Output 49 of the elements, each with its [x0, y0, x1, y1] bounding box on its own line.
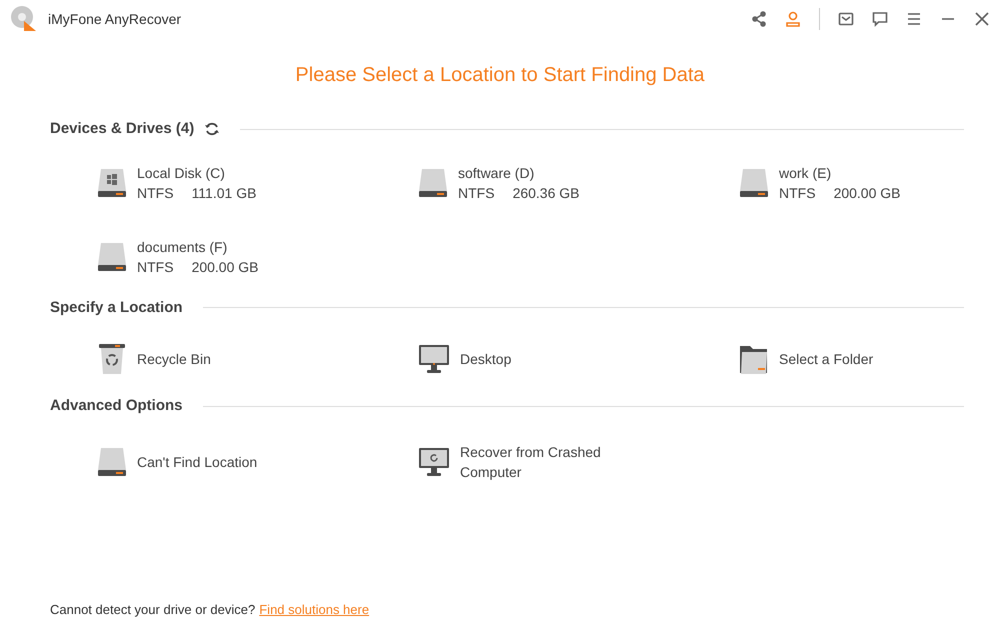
chat-icon[interactable] [872, 11, 888, 27]
drive-icon [97, 240, 127, 272]
location-name: work (E) [779, 164, 832, 182]
location-item[interactable]: Recover from Crashed Computer [418, 442, 630, 482]
location-item[interactable]: work (E) NTFS 200.00 GB [739, 162, 900, 202]
drive-size: 260.36 GB [512, 184, 580, 202]
section-title: Specify a Location [50, 298, 183, 318]
section-title: Devices & Drives (4) [50, 119, 194, 139]
drive-size: 200.00 GB [834, 184, 900, 202]
location-item[interactable]: Can't Find Location [97, 442, 258, 482]
file-system: NTFS [458, 184, 495, 202]
location-item[interactable]: software (D) NTFS 260.36 GB [418, 162, 580, 202]
location-name: Local Disk (C) [137, 164, 226, 182]
app-logo-icon [10, 5, 38, 33]
share-icon[interactable] [751, 11, 767, 27]
footer-text: Cannot detect your drive or device? [50, 601, 256, 619]
section-title: Advanced Options [50, 396, 183, 416]
location-item[interactable]: Local Disk (C) NTFS 111.01 GB [97, 162, 256, 202]
mail-icon[interactable] [838, 11, 854, 27]
location-item[interactable]: Desktop [418, 343, 512, 375]
user-icon[interactable] [785, 11, 801, 27]
location-name: Desktop [460, 350, 512, 369]
location-item[interactable]: Recycle Bin [97, 343, 211, 375]
location-item[interactable]: documents (F) NTFS 200.00 GB [97, 236, 258, 276]
windows-drive-icon [97, 166, 127, 198]
window-title: iMyFone AnyRecover [48, 10, 182, 29]
location-name: documents (F) [137, 238, 228, 256]
page-heading: Please Select a Location to Start Finding Data [295, 63, 705, 88]
monitor-refresh-icon [418, 446, 450, 478]
monitor-icon [418, 343, 450, 375]
menu-icon[interactable] [906, 11, 922, 27]
location-name: Recycle Bin [137, 350, 211, 369]
drive-icon [418, 166, 448, 198]
location-name: Recover from Crashed Computer [460, 442, 602, 482]
file-system: NTFS [137, 258, 174, 276]
drive-icon [97, 446, 127, 478]
file-system: NTFS [779, 184, 816, 202]
drive-size: 200.00 GB [192, 258, 258, 276]
folder-icon [739, 343, 769, 375]
close-icon[interactable] [974, 11, 990, 27]
drive-icon [739, 166, 769, 198]
drive-size: 111.01 GB [192, 184, 256, 202]
location-name: Can't Find Location [137, 452, 258, 472]
refresh-icon[interactable] [204, 121, 220, 138]
recycle-bin-icon [97, 343, 127, 375]
file-system: NTFS [137, 184, 174, 202]
location-name: software (D) [458, 164, 536, 182]
location-name: Select a Folder [779, 350, 874, 369]
location-item[interactable]: Select a Folder [739, 343, 874, 375]
